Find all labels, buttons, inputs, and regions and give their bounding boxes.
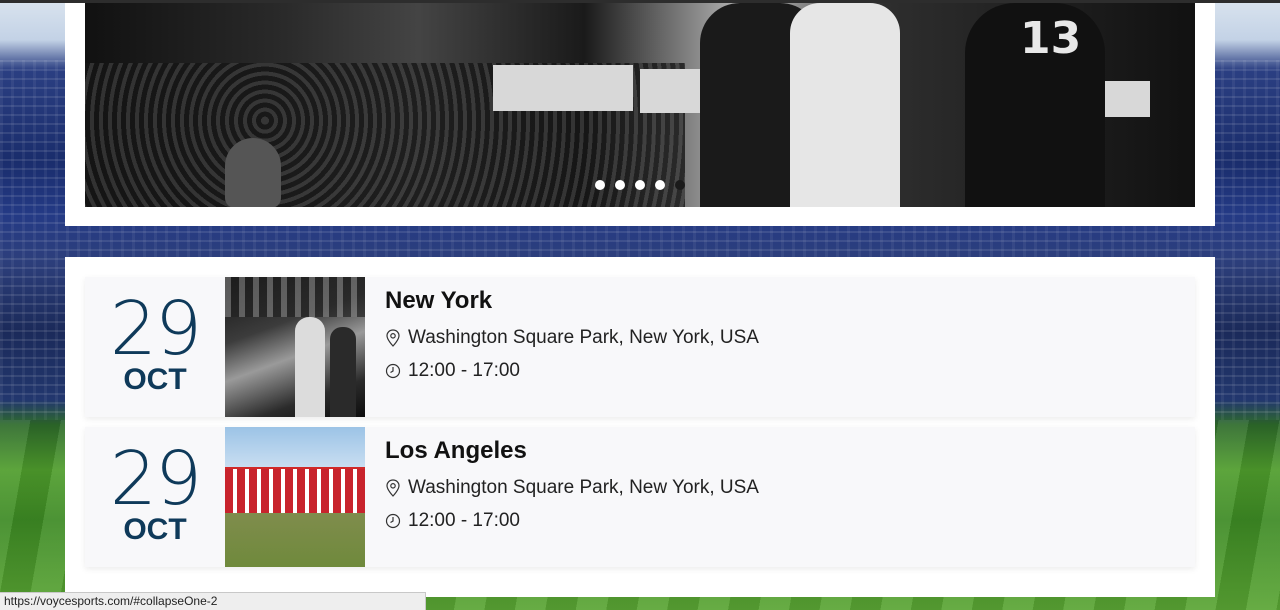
event-day: 29 <box>109 436 202 522</box>
event-day: 29 <box>109 286 202 372</box>
event-card[interactable]: 29 OCT New York Washington Square Park, … <box>85 277 1195 417</box>
clock-icon <box>385 363 401 379</box>
arena-board <box>493 65 633 111</box>
clock-icon <box>385 513 401 529</box>
event-date: 29 OCT <box>85 277 225 417</box>
carousel-dot-4[interactable] <box>655 180 665 190</box>
carousel-dot-5[interactable] <box>675 180 685 190</box>
carousel-dot-1[interactable] <box>595 180 605 190</box>
thumb-stand <box>225 469 365 513</box>
hero-panel: 13 <box>65 3 1215 226</box>
event-location: Washington Square Park, New York, USA <box>408 477 759 498</box>
browser-status-url: https://voycesports.com/#collapseOne-2 <box>0 592 426 610</box>
event-month: OCT <box>123 513 187 546</box>
carousel-indicators <box>595 180 685 190</box>
map-pin-icon <box>386 479 400 497</box>
event-thumbnail <box>225 277 365 417</box>
event-thumbnail <box>225 427 365 567</box>
event-date: 29 OCT <box>85 427 225 567</box>
event-time-row: 12:00 - 17:00 <box>385 360 520 382</box>
hero-carousel[interactable]: 13 <box>85 3 1195 207</box>
carousel-dot-3[interactable] <box>635 180 645 190</box>
events-panel: 29 OCT New York Washington Square Park, … <box>65 257 1215 597</box>
event-month: OCT <box>123 363 187 396</box>
event-location: Washington Square Park, New York, USA <box>408 327 759 348</box>
event-time: 12:00 - 17:00 <box>408 510 520 531</box>
spectator-figure <box>225 138 281 207</box>
event-city: New York <box>385 287 493 314</box>
event-location-row: Washington Square Park, New York, USA <box>385 327 759 349</box>
event-card[interactable]: 29 OCT Los Angeles Washington Square Par… <box>85 427 1195 567</box>
player-figure <box>790 3 900 207</box>
thumb-figure <box>330 327 356 417</box>
thumb-figure <box>295 317 325 417</box>
carousel-dot-2[interactable] <box>615 180 625 190</box>
event-location-row: Washington Square Park, New York, USA <box>385 477 759 499</box>
jersey-number: 13 <box>1020 13 1082 64</box>
event-city: Los Angeles <box>385 437 527 464</box>
map-pin-icon <box>386 329 400 347</box>
event-time-row: 12:00 - 17:00 <box>385 510 520 532</box>
event-time: 12:00 - 17:00 <box>408 360 520 381</box>
thumb-lights <box>225 277 365 317</box>
